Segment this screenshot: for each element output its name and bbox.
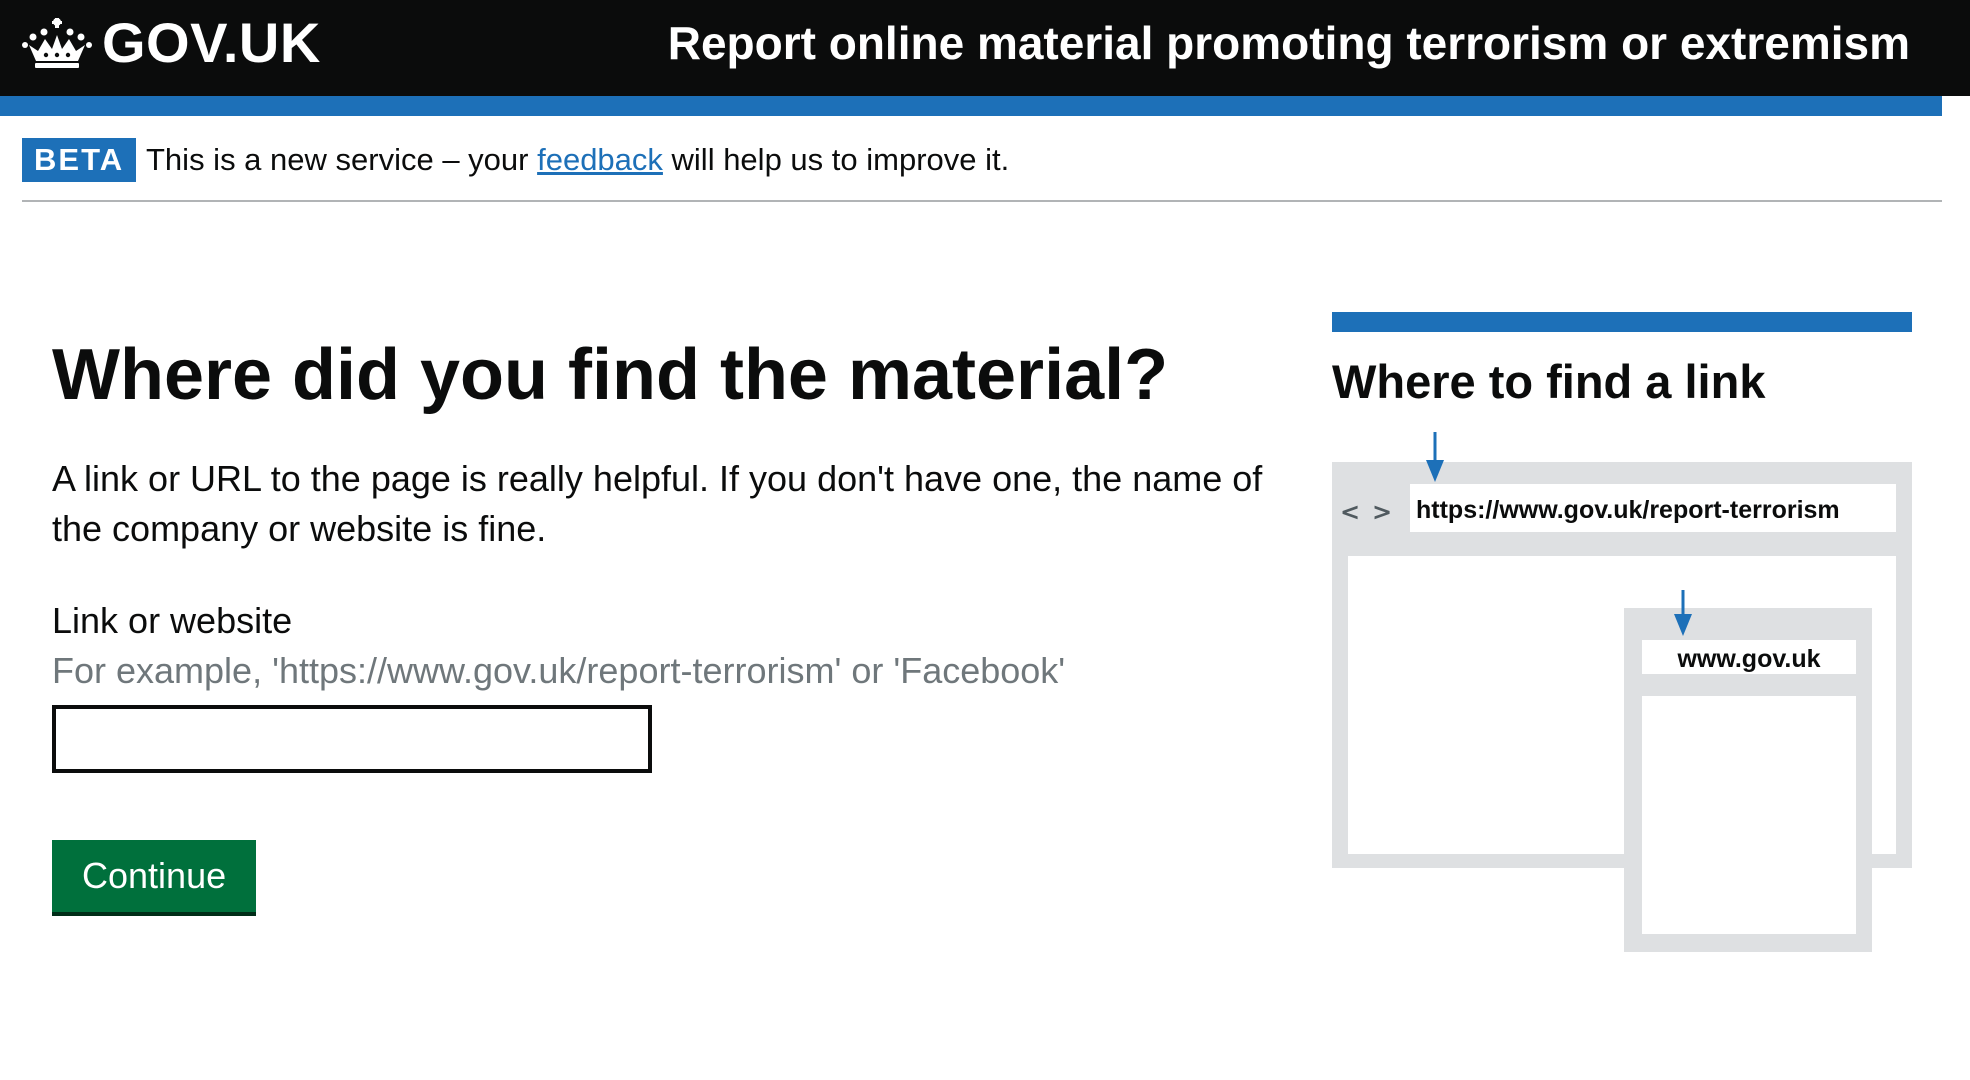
- site-header: GOV.UK Report online material promoting …: [0, 0, 1970, 96]
- phase-text-before: This is a new service – your: [146, 142, 538, 177]
- browser-forward-icon: >: [1372, 498, 1392, 526]
- beta-tag: BETA: [22, 138, 137, 182]
- phase-text-after: will help us to improve it.: [662, 142, 1010, 177]
- link-field-hint: For example, 'https://www.gov.uk/report-…: [52, 650, 1066, 691]
- link-location-illustration: < > https://www.gov.uk/report-terrorism …: [1332, 432, 1912, 952]
- govuk-logo-text: GOV.UK: [102, 11, 321, 74]
- service-name-link[interactable]: Report online material promoting terrori…: [668, 10, 1910, 76]
- crown-icon: [22, 18, 92, 68]
- link-field-label: Link or website: [52, 600, 293, 641]
- intro-text: A link or URL to the page is really help…: [52, 458, 1263, 549]
- header-blue-stripe: [0, 96, 1942, 116]
- browser-back-icon: <: [1340, 498, 1360, 526]
- sidebar-title: Where to find a link: [1332, 355, 1766, 408]
- desktop-url-text: https://www.gov.uk/report-terrorism: [1416, 496, 1840, 524]
- mobile-url-text: www.gov.uk: [1676, 645, 1820, 673]
- feedback-link[interactable]: feedback: [537, 142, 663, 177]
- continue-button[interactable]: Continue: [52, 840, 257, 916]
- link-or-website-input[interactable]: [52, 705, 652, 773]
- phase-banner: BETA This is a new service – your feedba…: [22, 116, 1942, 202]
- page-title: Where did you find the material?: [52, 335, 1169, 415]
- govuk-logo-link[interactable]: GOV.UK: [22, 10, 321, 76]
- mobile-page-area: [1642, 696, 1856, 934]
- phase-banner-text: This is a new service – your feedback wi…: [146, 138, 1009, 182]
- sidebar-blue-bar: [1332, 312, 1912, 332]
